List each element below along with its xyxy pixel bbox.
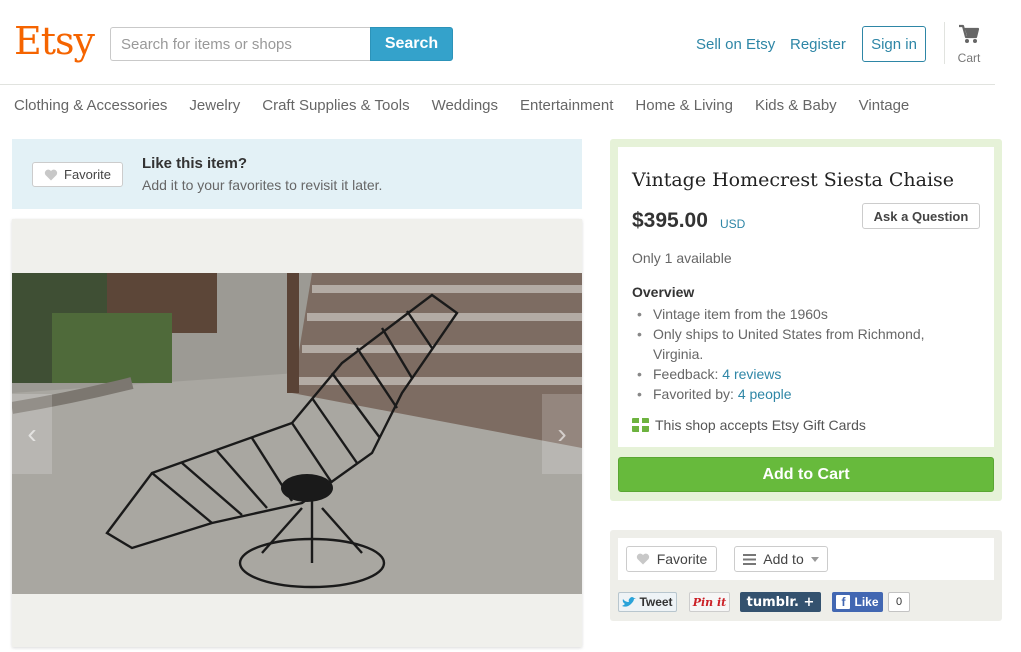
overview-item-era: Vintage item from the 1960s (632, 304, 972, 324)
tweet-button[interactable]: Tweet (618, 592, 677, 612)
banner-favorite-label: Favorite (64, 167, 111, 182)
caret-down-icon (810, 556, 819, 562)
category-nav: Clothing & Accessories Jewelry Craft Sup… (14, 97, 931, 117)
add-to-list-button[interactable]: Add to (734, 546, 828, 572)
share-actions: Favorite Add to (618, 538, 994, 580)
gift-card-text: This shop accepts Etsy Gift Cards (655, 417, 866, 433)
tweet-label: Tweet (639, 595, 673, 609)
search-button[interactable]: Search (370, 27, 453, 61)
chaise-photo-illustration (12, 273, 582, 594)
overview-item-feedback: Feedback: 4 reviews (632, 364, 972, 384)
listing-image-frame: ‹ › (12, 219, 582, 647)
overview-item-favorited: Favorited by: 4 people (632, 384, 972, 404)
nav-home-living[interactable]: Home & Living (635, 97, 733, 117)
heart-icon (44, 169, 58, 180)
banner-favorite-button[interactable]: Favorite (32, 162, 123, 187)
availability-text: Only 1 available (632, 250, 732, 266)
search-bar: Search (110, 27, 453, 61)
favorite-label: Favorite (656, 551, 708, 567)
nav-jewelry[interactable]: Jewelry (189, 97, 240, 117)
pin-it-button[interactable]: Pin it (689, 592, 730, 612)
sell-on-etsy-link[interactable]: Sell on Etsy (696, 36, 775, 53)
overview-item-shipping: Only ships to United States from Richmon… (632, 324, 972, 364)
nav-craft-supplies-tools[interactable]: Craft Supplies & Tools (262, 97, 409, 117)
add-to-label: Add to (763, 551, 804, 567)
listing-info: Vintage Homecrest Siesta Chaise $395.00 … (618, 147, 994, 447)
search-input[interactable] (110, 27, 371, 61)
tumblr-button[interactable]: tumblr. + (740, 592, 821, 612)
cart-icon (959, 24, 980, 43)
banner-title: Like this item? (142, 155, 248, 172)
cart-button[interactable]: Cart (952, 24, 986, 65)
cart-label: Cart (957, 51, 981, 65)
nav-entertainment[interactable]: Entertainment (520, 97, 613, 117)
gallery-next-arrow[interactable]: › (542, 394, 582, 474)
register-link[interactable]: Register (790, 36, 846, 53)
feedback-label: Feedback: (653, 366, 723, 382)
nav-weddings[interactable]: Weddings (432, 97, 498, 117)
nav-kids-baby[interactable]: Kids & Baby (755, 97, 837, 117)
add-to-cart-button[interactable]: Add to Cart (618, 457, 994, 492)
listing-photo[interactable]: ‹ › (12, 273, 582, 594)
banner-subtitle: Add it to your favorites to revisit it l… (142, 177, 383, 193)
heart-icon (636, 553, 649, 565)
listing-panel: Vintage Homecrest Siesta Chaise $395.00 … (610, 139, 1002, 501)
facebook-like-count: 0 (888, 592, 910, 612)
item-title: Vintage Homecrest Siesta Chaise (632, 169, 955, 191)
nav-clothing-accessories[interactable]: Clothing & Accessories (14, 97, 167, 117)
gift-icon (632, 418, 649, 432)
nav-vintage[interactable]: Vintage (859, 97, 910, 117)
cart-divider (944, 22, 945, 64)
list-icon (743, 553, 757, 565)
facebook-icon: f (836, 595, 851, 609)
etsy-logo[interactable]: Etsy (14, 22, 95, 60)
overview-heading: Overview (632, 284, 695, 300)
favorite-button[interactable]: Favorite (626, 546, 717, 572)
overview-list: Vintage item from the 1960s Only ships t… (632, 304, 972, 404)
facebook-like-label: Like (854, 595, 879, 609)
ask-question-button[interactable]: Ask a Question (862, 203, 980, 229)
favorited-label: Favorited by: (653, 386, 738, 402)
site-header: Etsy Search Sell on Etsy Register Sign i… (0, 0, 995, 85)
twitter-bird-icon (622, 596, 637, 607)
gallery-prev-arrow[interactable]: ‹ (12, 394, 52, 474)
item-price: $395.00 (632, 209, 708, 232)
favorited-link[interactable]: 4 people (738, 386, 792, 402)
price-currency[interactable]: USD (720, 217, 745, 231)
share-panel: Favorite Add to Tweet Pin it tumblr. + f… (610, 530, 1002, 621)
gift-card-notice: This shop accepts Etsy Gift Cards (632, 417, 866, 433)
sign-in-button[interactable]: Sign in (862, 26, 926, 62)
feedback-link[interactable]: 4 reviews (722, 366, 781, 382)
favorite-banner: Favorite Like this item? Add it to your … (12, 139, 582, 209)
facebook-like-button[interactable]: f Like (832, 592, 883, 612)
